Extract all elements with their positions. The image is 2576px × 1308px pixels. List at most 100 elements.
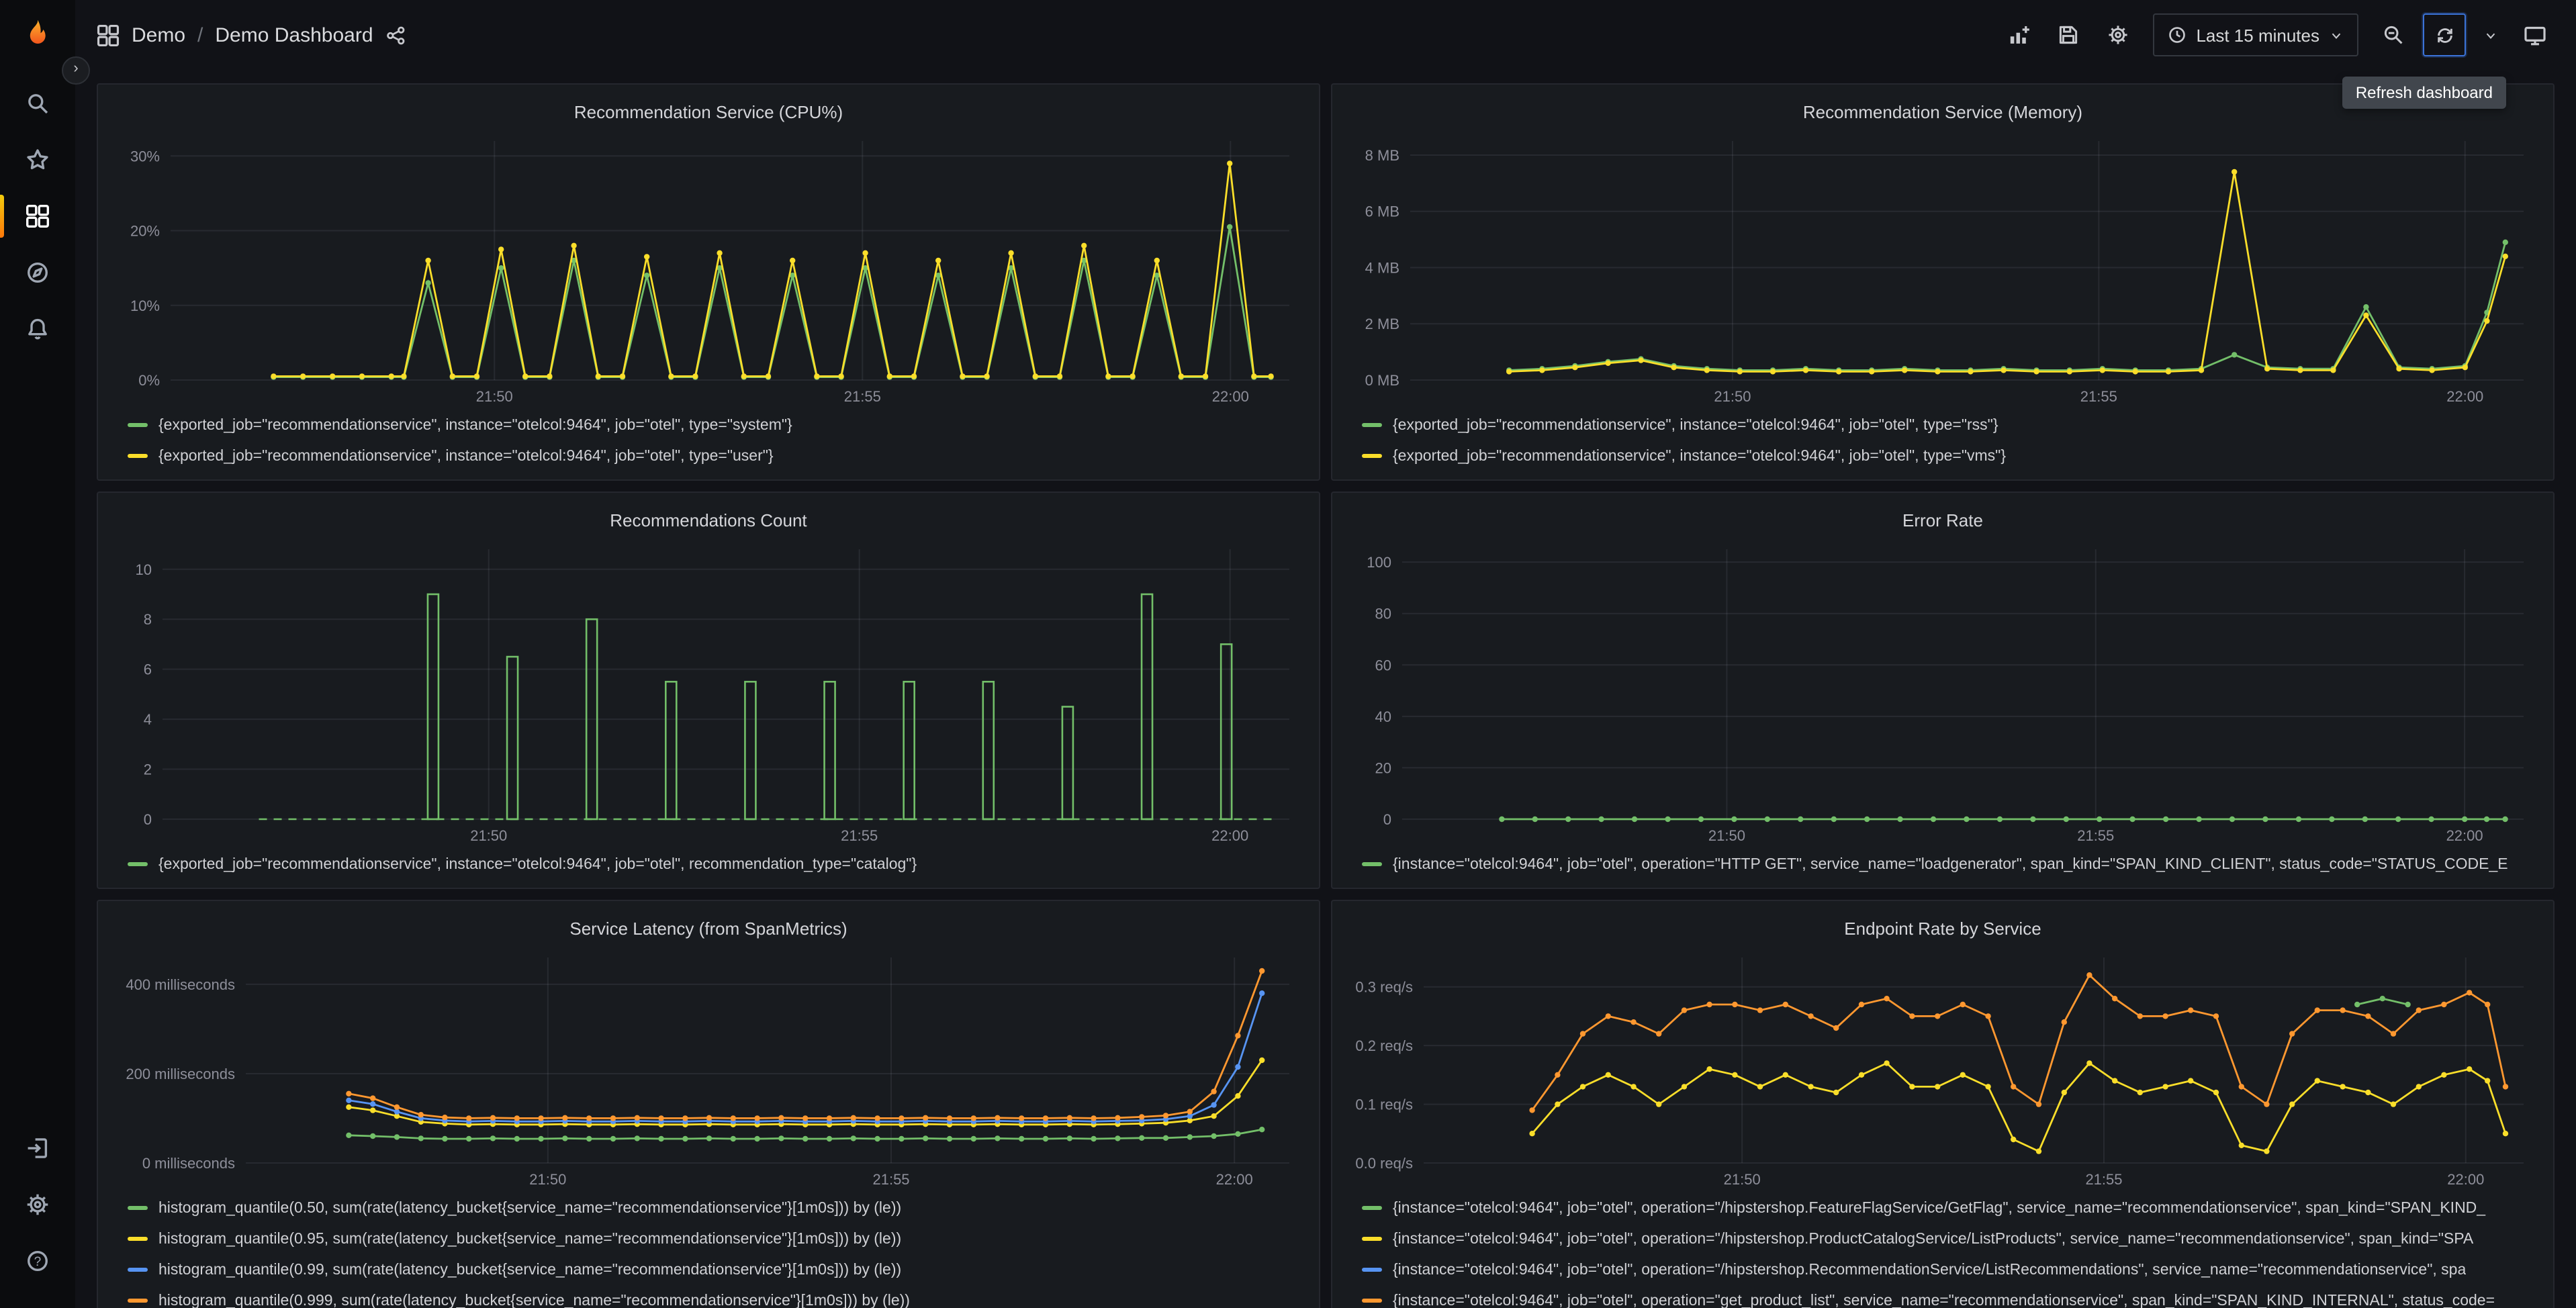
legend-item[interactable]: {instance="otelcol:9464", job="otel", op… (1362, 1223, 2542, 1254)
breadcrumb-dashboard-title[interactable]: Demo Dashboard (215, 24, 373, 46)
panel-title[interactable]: Service Latency (from SpanMetrics) (569, 918, 847, 938)
cycle-view-mode-button[interactable] (2514, 15, 2555, 55)
svg-text:60: 60 (1375, 657, 1391, 673)
legend-swatch (128, 454, 148, 458)
legend-item[interactable]: {instance="otelcol:9464", job="otel", op… (1362, 849, 2542, 877)
svg-text:4: 4 (144, 711, 152, 728)
legend-swatch (1362, 1299, 1382, 1303)
legend-item[interactable]: histogram_quantile(0.99, sum(rate(latenc… (128, 1254, 1308, 1285)
panel-title[interactable]: Recommendations Count (610, 510, 807, 530)
svg-text:2 MB: 2 MB (1365, 316, 1399, 332)
legend-item[interactable]: {instance="otelcol:9464", job="otel", op… (1362, 1193, 2542, 1223)
sidebar-item-search[interactable] (11, 79, 64, 128)
sidebar-item-alerting[interactable] (11, 305, 64, 353)
legend-item[interactable]: histogram_quantile(0.999, sum(rate(laten… (128, 1285, 1308, 1308)
sidebar-item-help[interactable]: ? (11, 1237, 64, 1285)
search-icon (28, 94, 48, 114)
legend-label[interactable]: {exported_job="recommendationservice", i… (158, 417, 792, 433)
refresh-interval-dropdown[interactable] (2475, 15, 2505, 55)
top-bar: Demo / Demo Dashboard Last 15 minutes (75, 0, 2576, 70)
legend-swatch (128, 1268, 148, 1272)
svg-text:0.3 req/s: 0.3 req/s (1355, 979, 1413, 996)
svg-text:0%: 0% (138, 372, 160, 389)
panel-title[interactable]: Error Rate (1902, 510, 1983, 530)
svg-text:22:00: 22:00 (1216, 1171, 1253, 1188)
svg-text:21:55: 21:55 (841, 827, 878, 844)
svg-text:22:00: 22:00 (2446, 388, 2483, 405)
sidebar-item-dashboards[interactable] (0, 192, 64, 240)
svg-text:21:50: 21:50 (1708, 827, 1745, 844)
legend-item[interactable]: {exported_job="recommendationservice", i… (128, 440, 1308, 469)
legend-label[interactable]: {exported_job="recommendationservice", i… (1393, 417, 1998, 433)
time-range-picker[interactable]: Last 15 minutes (2153, 13, 2358, 56)
breadcrumb: Demo / Demo Dashboard (97, 24, 406, 46)
panel-header: Recommendation Service (CPU%) (109, 95, 1308, 128)
panel-title[interactable]: Recommendation Service (Memory) (1803, 101, 2082, 122)
legend: {exported_job="recommendationservice", i… (1343, 410, 2542, 469)
sidebar-expand-button[interactable]: › (62, 56, 90, 85)
dashboard-settings-button[interactable] (2098, 15, 2138, 55)
add-panel-button[interactable] (1998, 15, 2039, 55)
sidebar-item-explore[interactable] (11, 248, 64, 297)
legend-label[interactable]: histogram_quantile(0.95, sum(rate(latenc… (158, 1231, 901, 1247)
svg-text:21:55: 21:55 (2077, 827, 2114, 844)
svg-text:30%: 30% (130, 148, 160, 165)
dashboard-grid: Recommendation Service (CPU%) 0% 10% 20% 30… (75, 70, 2576, 1308)
legend-item[interactable]: {exported_job="recommendationservice", i… (1362, 440, 2542, 469)
compass-icon (28, 263, 48, 283)
legend-item[interactable]: {instance="otelcol:9464", job="otel", op… (1362, 1285, 2542, 1308)
panel-recommendation-memory: Recommendation Service (Memory) 0 MB 2 MB… (1331, 83, 2555, 481)
recommendations-count-chart[interactable]: 0 2 4 6 8 10 21:50 21:55 22:00 (109, 536, 1308, 849)
legend-item[interactable]: {exported_job="recommendationservice", i… (1362, 410, 2542, 440)
legend-label[interactable]: {instance="otelcol:9464", job="otel", op… (1393, 1200, 2485, 1216)
breadcrumb-folder[interactable]: Demo (132, 24, 185, 46)
gear-icon (27, 1194, 48, 1215)
legend-item[interactable]: {exported_job="recommendationservice", i… (128, 410, 1308, 440)
svg-text:21:55: 21:55 (2080, 388, 2117, 405)
sidebar-item-configuration[interactable] (11, 1180, 64, 1229)
help-circle-icon: ? (28, 1251, 48, 1271)
svg-text:0: 0 (1383, 811, 1391, 828)
legend: {exported_job="recommendationservice", i… (109, 410, 1308, 469)
svg-text:22:00: 22:00 (2446, 827, 2483, 844)
legend-label[interactable]: histogram_quantile(0.50, sum(rate(latenc… (158, 1200, 901, 1216)
endpoint-rate-chart[interactable]: 0.0 req/s 0.1 req/s 0.2 req/s 0.3 req/s 21:5… (1343, 944, 2542, 1193)
error-rate-chart[interactable]: 0 20 40 60 80 100 21:50 21:55 22:00 (1343, 536, 2542, 849)
legend-item[interactable]: {exported_job="recommendationservice", i… (128, 849, 1308, 877)
legend: {instance="otelcol:9464", job="otel", op… (1343, 849, 2542, 877)
svg-text:100: 100 (1367, 554, 1391, 571)
legend-item[interactable]: histogram_quantile(0.50, sum(rate(latenc… (128, 1193, 1308, 1223)
refresh-dashboard-button[interactable] (2423, 13, 2466, 56)
legend: histogram_quantile(0.50, sum(rate(latenc… (109, 1193, 1308, 1308)
service-latency-chart[interactable]: 0 milliseconds 200 milliseconds 400 millis… (109, 944, 1308, 1193)
sidebar-item-sign-in[interactable] (11, 1124, 64, 1172)
panel-title[interactable]: Endpoint Rate by Service (1844, 918, 2041, 938)
zoom-out-time-button[interactable] (2373, 15, 2413, 55)
panel-title[interactable]: Recommendation Service (CPU%) (574, 101, 843, 122)
svg-text:21:55: 21:55 (844, 388, 881, 405)
grafana-logo[interactable] (15, 13, 60, 59)
svg-text:?: ? (34, 1255, 42, 1269)
legend-label[interactable]: {instance="otelcol:9464", job="otel", op… (1393, 856, 2508, 872)
save-dashboard-button[interactable] (2048, 15, 2088, 55)
cpu-chart[interactable]: 0% 10% 20% 30% 21:50 21:55 22:00 (109, 128, 1308, 410)
legend-label[interactable]: {exported_job="recommendationservice", i… (158, 448, 774, 464)
legend-label[interactable]: histogram_quantile(0.999, sum(rate(laten… (158, 1293, 910, 1308)
svg-text:21:50: 21:50 (529, 1171, 566, 1188)
legend-label[interactable]: {instance="otelcol:9464", job="otel", op… (1393, 1262, 2466, 1278)
apps-icon (97, 24, 120, 46)
svg-text:20%: 20% (130, 223, 160, 240)
svg-text:8: 8 (144, 611, 152, 628)
memory-chart[interactable]: 0 MB 2 MB 4 MB 6 MB 8 MB 21:50 21:55 22:00 (1343, 128, 2542, 410)
legend-swatch (1362, 1237, 1382, 1241)
legend-label[interactable]: histogram_quantile(0.99, sum(rate(latenc… (158, 1262, 901, 1278)
legend-label[interactable]: {exported_job="recommendationservice", i… (158, 856, 917, 872)
legend-label[interactable]: {instance="otelcol:9464", job="otel", op… (1393, 1293, 2495, 1308)
panel-header: Service Latency (from SpanMetrics) (109, 912, 1308, 944)
share-icon[interactable] (385, 25, 406, 45)
sidebar-item-starred[interactable] (11, 136, 64, 184)
legend-label[interactable]: {exported_job="recommendationservice", i… (1393, 448, 2006, 464)
legend-label[interactable]: {instance="otelcol:9464", job="otel", op… (1393, 1231, 2473, 1247)
legend-item[interactable]: {instance="otelcol:9464", job="otel", op… (1362, 1254, 2542, 1285)
legend-item[interactable]: histogram_quantile(0.95, sum(rate(latenc… (128, 1223, 1308, 1254)
